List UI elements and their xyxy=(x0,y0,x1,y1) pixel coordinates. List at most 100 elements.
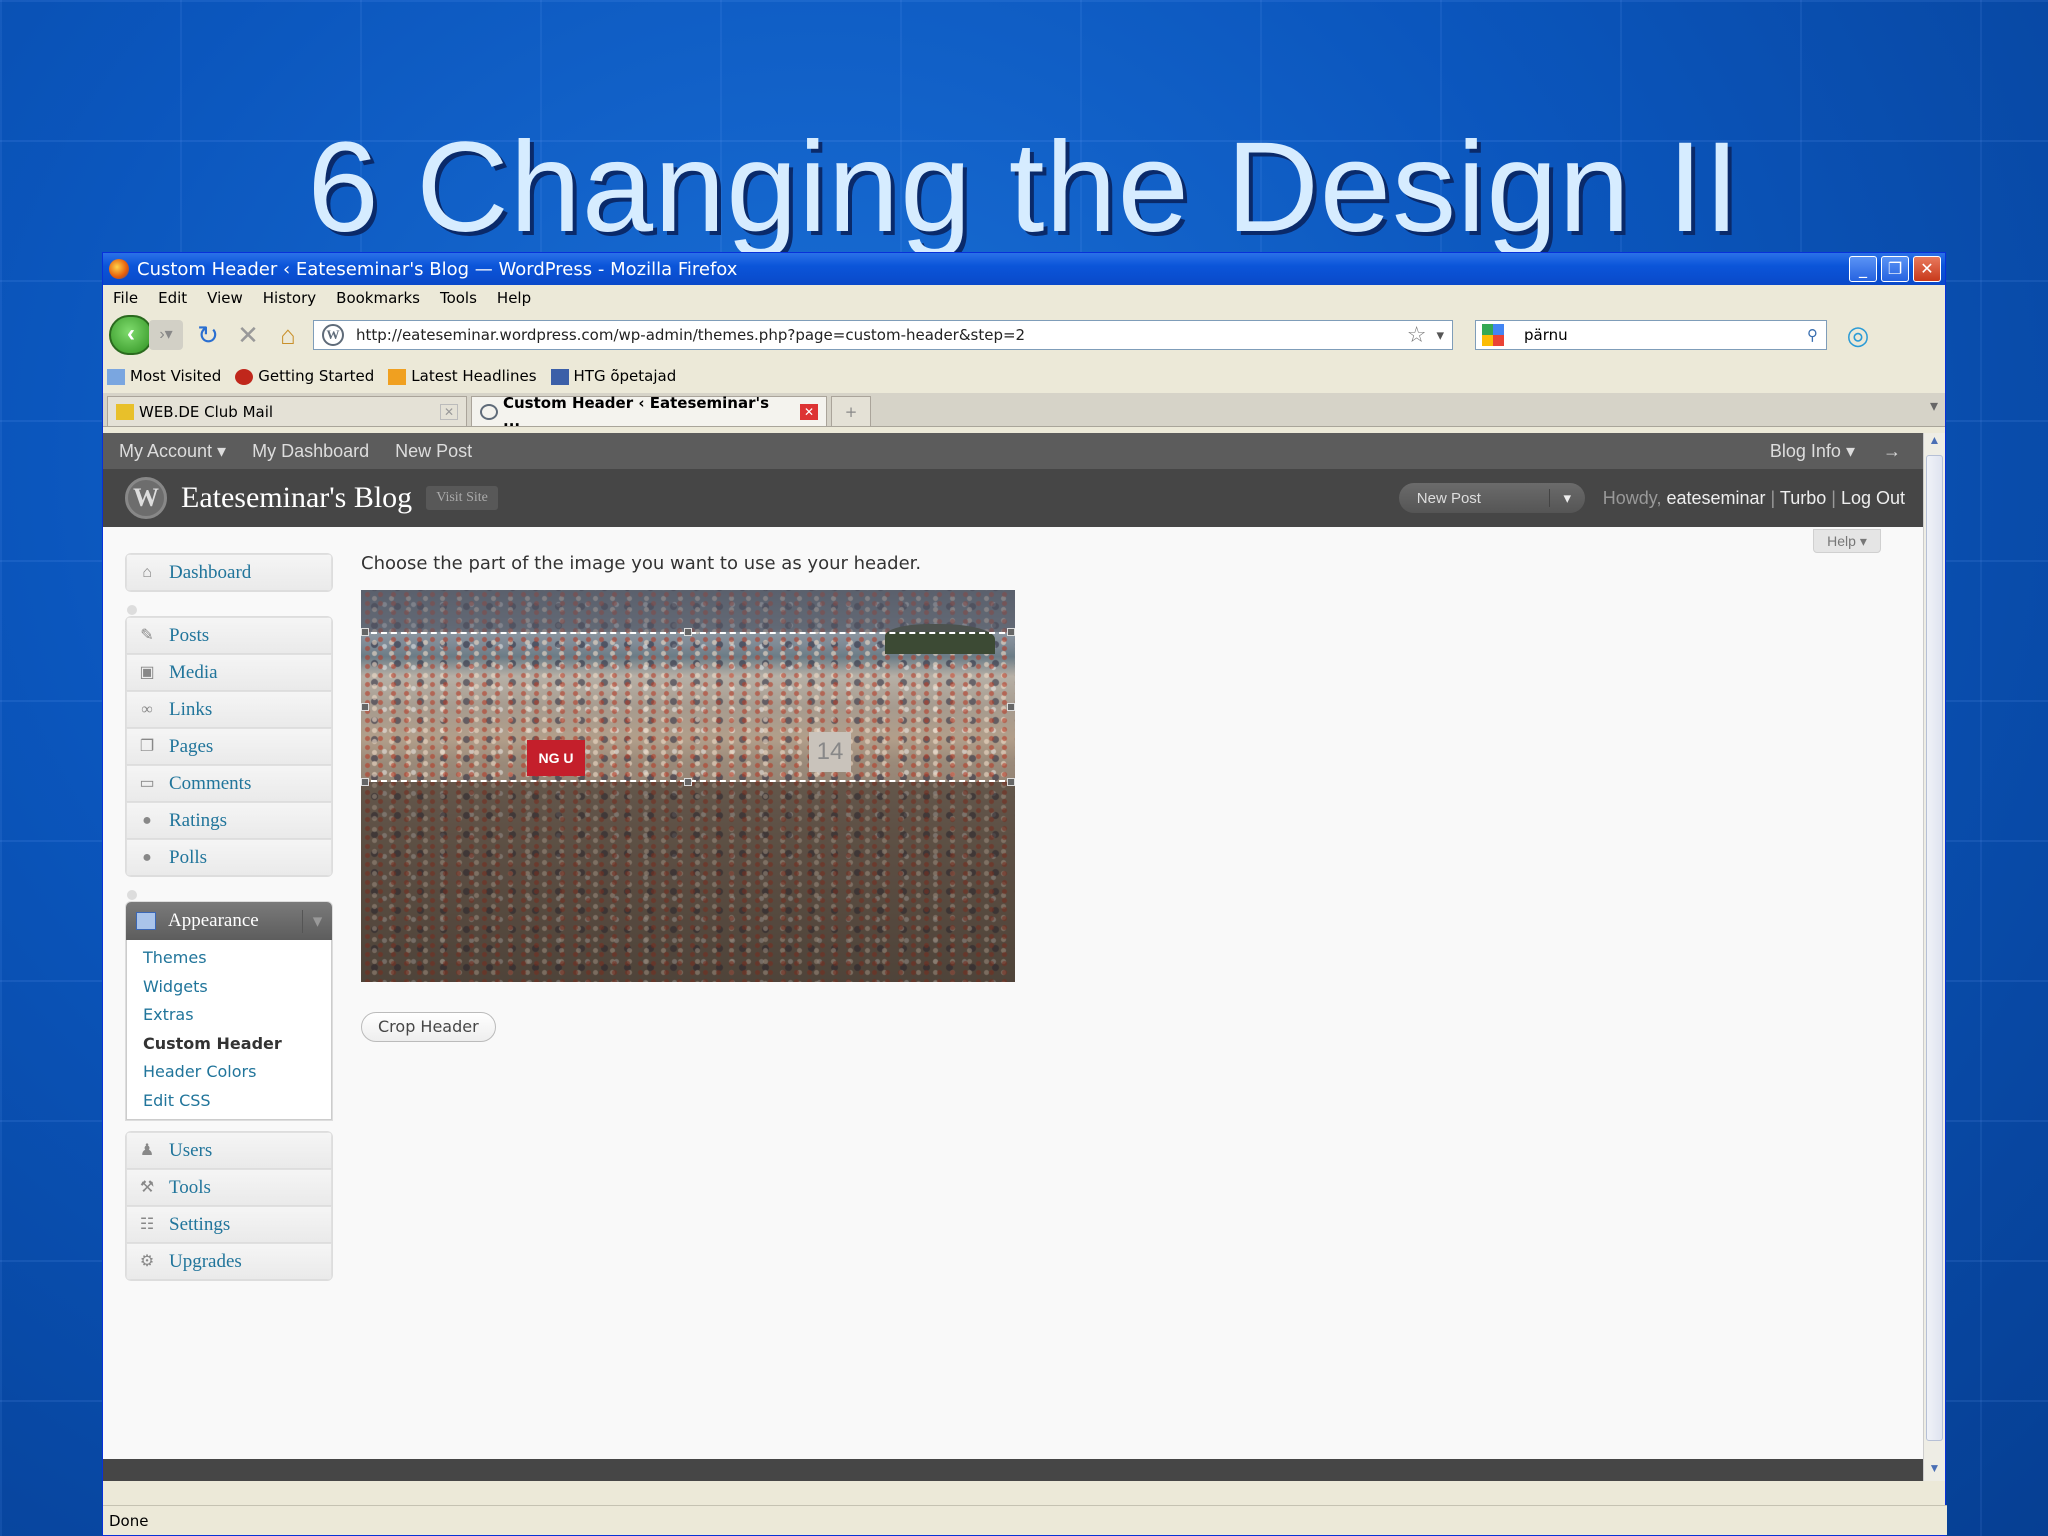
crop-handle[interactable] xyxy=(684,628,692,636)
logout-link[interactable]: Log Out xyxy=(1841,488,1905,508)
tab-custom-header[interactable]: Custom Header ‹ Eateseminar's ... ✕ xyxy=(471,394,827,430)
home-icon[interactable]: ⌂ xyxy=(273,320,303,350)
url-bar[interactable]: W http://eateseminar.wordpress.com/wp-ad… xyxy=(313,320,1453,350)
menu-edit[interactable]: Edit xyxy=(158,289,187,307)
menu-view[interactable]: View xyxy=(207,289,243,307)
bookmark-latest-headlines[interactable]: Latest Headlines xyxy=(388,367,537,385)
most-visited-icon xyxy=(107,368,125,385)
sidebar-item-users[interactable]: ♟ Users xyxy=(126,1132,332,1169)
wp-footer-bar xyxy=(103,1459,1925,1481)
page-viewport: My Account ▾ My Dashboard New Post Blog … xyxy=(103,433,1925,1481)
window-titlebar[interactable]: Custom Header ‹ Eateseminar's Blog — Wor… xyxy=(103,253,1945,285)
submenu-edit-css[interactable]: Edit CSS xyxy=(143,1087,331,1116)
settings-icon: ☷ xyxy=(139,1215,155,1233)
sidebar-item-posts[interactable]: ✎ Posts xyxy=(126,617,332,654)
menu-separator xyxy=(125,602,333,616)
header-image-cropper[interactable]: NG U 14 xyxy=(361,590,1015,982)
restore-button[interactable]: ❐ xyxy=(1881,256,1909,282)
sidebar-item-media[interactable]: ▣ Media xyxy=(126,654,332,691)
wp-header: W Eateseminar's Blog Visit Site New Post… xyxy=(103,469,1925,527)
forward-button[interactable]: ›▾ xyxy=(149,320,183,350)
crop-header-button[interactable]: Crop Header xyxy=(361,1012,496,1042)
close-tab-icon[interactable]: ✕ xyxy=(440,403,458,420)
stop-icon[interactable]: ✕ xyxy=(233,320,263,350)
crop-instruction: Choose the part of the image you want to… xyxy=(361,553,922,574)
reload-icon[interactable]: ↻ xyxy=(193,320,223,350)
blog-info-menu[interactable]: Blog Info ▾ xyxy=(1770,441,1855,462)
arrow-right-icon[interactable]: → xyxy=(1883,441,1901,462)
webde-favicon-icon xyxy=(116,403,134,420)
sidebar-item-upgrades[interactable]: ⚙ Upgrades xyxy=(126,1243,332,1280)
vertical-scrollbar[interactable]: ▲ ▼ xyxy=(1923,433,1945,1481)
bookmark-htg[interactable]: HTG õpetajad xyxy=(550,367,676,385)
submenu-themes[interactable]: Themes xyxy=(143,944,331,973)
username-link[interactable]: eateseminar xyxy=(1666,488,1765,508)
menu-tools[interactable]: Tools xyxy=(440,289,477,307)
minimize-button[interactable]: _ xyxy=(1849,256,1877,282)
sidebar-item-polls[interactable]: ● Polls xyxy=(126,839,332,876)
sidebar-item-comments[interactable]: ▭ Comments xyxy=(126,765,332,802)
search-icon[interactable]: ⚲ xyxy=(1807,326,1818,344)
blog-name[interactable]: Eateseminar's Blog xyxy=(181,481,412,515)
bookmark-star-icon[interactable]: ☆ xyxy=(1407,323,1427,348)
scrollbar-thumb[interactable] xyxy=(1926,455,1943,1441)
submenu-custom-header[interactable]: Custom Header xyxy=(143,1030,331,1059)
crop-selection[interactable] xyxy=(361,632,1015,782)
menu-help[interactable]: Help xyxy=(497,289,531,307)
scroll-down-icon[interactable]: ▼ xyxy=(1924,1461,1945,1481)
bookmark-getting-started[interactable]: Getting Started xyxy=(235,367,374,385)
help-tab[interactable]: Help ▾ xyxy=(1813,529,1881,553)
users-icon: ♟ xyxy=(139,1141,155,1159)
addon-icon[interactable]: ◎ xyxy=(1843,320,1873,350)
menu-file[interactable]: File xyxy=(113,289,138,307)
sidebar-item-links[interactable]: ∞ Links xyxy=(126,691,332,728)
htg-icon xyxy=(550,368,569,385)
menu-history[interactable]: History xyxy=(263,289,316,307)
new-post-favorite-button[interactable]: New Post ▾ xyxy=(1398,483,1585,513)
close-window-button[interactable]: ✕ xyxy=(1913,256,1941,282)
close-tab-icon[interactable]: ✕ xyxy=(800,403,818,420)
tab-list-icon[interactable]: ▾ xyxy=(1923,396,1945,426)
tab-bar: WEB.DE Club Mail ✕ Custom Header ‹ Eates… xyxy=(103,393,1945,430)
crop-handle[interactable] xyxy=(1007,628,1015,636)
crop-handle[interactable] xyxy=(361,628,369,636)
bookmark-most-visited[interactable]: Most Visited xyxy=(107,367,221,385)
my-dashboard-link[interactable]: My Dashboard xyxy=(252,441,369,462)
crop-handle[interactable] xyxy=(684,778,692,786)
crop-handle[interactable] xyxy=(1007,703,1015,711)
status-bar: Done xyxy=(103,1505,1947,1535)
chevron-down-icon[interactable]: ▾ xyxy=(1548,489,1585,507)
new-tab-button[interactable]: + xyxy=(831,396,871,426)
visit-site-button[interactable]: Visit Site xyxy=(426,486,498,510)
submenu-widgets[interactable]: Widgets xyxy=(143,973,331,1002)
menu-bar: File Edit View History Bookmarks Tools H… xyxy=(103,285,1945,311)
menu-bookmarks[interactable]: Bookmarks xyxy=(336,289,420,307)
turbo-link[interactable]: Turbo xyxy=(1780,488,1826,508)
sidebar-item-ratings[interactable]: ● Ratings xyxy=(126,802,332,839)
back-button[interactable]: ‹ xyxy=(109,315,153,355)
sidebar-item-dashboard[interactable]: ⌂ Dashboard xyxy=(126,554,332,591)
search-box[interactable]: pärnu ⚲ xyxy=(1475,320,1827,350)
crop-handle[interactable] xyxy=(1007,778,1015,786)
appearance-submenu: Themes Widgets Extras Custom Header Head… xyxy=(126,940,332,1120)
crop-handle[interactable] xyxy=(361,778,369,786)
scroll-up-icon[interactable]: ▲ xyxy=(1924,433,1945,453)
bookmarks-toolbar: Most Visited Getting Started Latest Head… xyxy=(103,359,1945,393)
chevron-down-icon[interactable]: ▾ xyxy=(302,909,332,933)
my-account-menu[interactable]: My Account ▾ xyxy=(119,441,226,462)
sidebar-item-pages[interactable]: ❐ Pages xyxy=(126,728,332,765)
sidebar-item-tools[interactable]: ⚒ Tools xyxy=(126,1169,332,1206)
window-title: Custom Header ‹ Eateseminar's Blog — Wor… xyxy=(137,258,738,280)
new-post-link[interactable]: New Post xyxy=(395,441,472,462)
appearance-icon xyxy=(136,912,156,930)
wordpress-favicon-icon: W xyxy=(322,324,344,346)
sidebar-item-appearance[interactable]: Appearance ▾ xyxy=(126,902,332,940)
navigation-toolbar: ‹ ›▾ ↻ ✕ ⌂ W http://eateseminar.wordpres… xyxy=(103,311,1945,359)
google-engine-icon[interactable] xyxy=(1482,324,1504,346)
submenu-header-colors[interactable]: Header Colors xyxy=(143,1058,331,1087)
sidebar-item-settings[interactable]: ☷ Settings xyxy=(126,1206,332,1243)
url-dropdown-icon[interactable]: ▾ xyxy=(1436,326,1444,344)
crop-handle[interactable] xyxy=(361,703,369,711)
tab-webde-mail[interactable]: WEB.DE Club Mail ✕ xyxy=(107,396,467,426)
submenu-extras[interactable]: Extras xyxy=(143,1001,331,1030)
